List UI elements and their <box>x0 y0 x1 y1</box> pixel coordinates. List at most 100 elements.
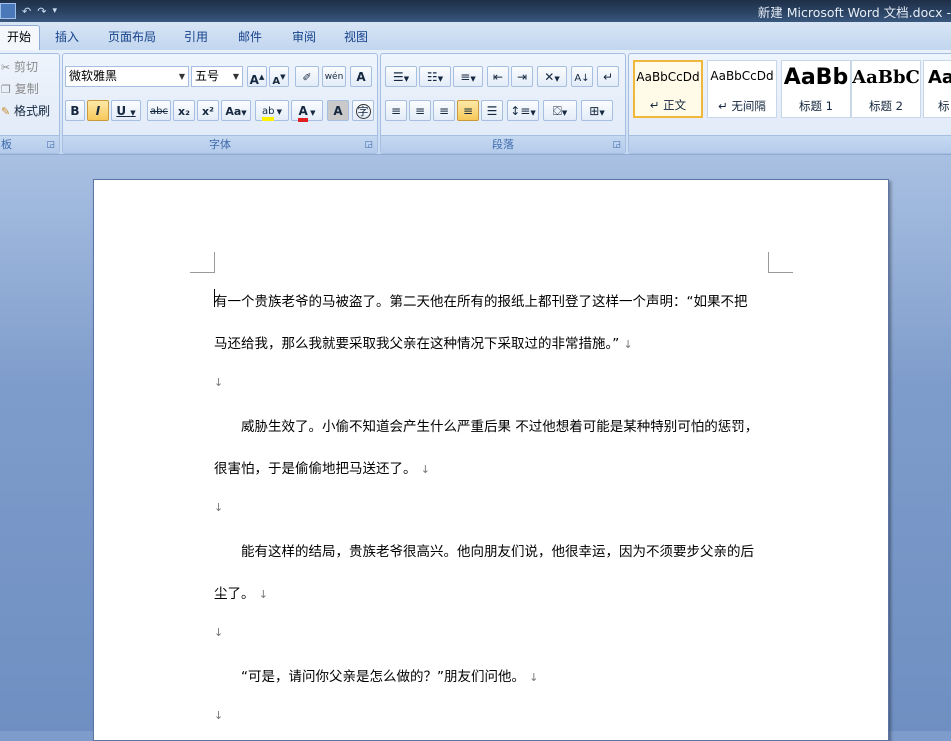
character-shading-button[interactable]: A <box>327 100 349 121</box>
underline-button[interactable]: U ▼ <box>111 100 141 121</box>
text-line[interactable]: ↓ <box>214 707 223 723</box>
text-line[interactable]: 尘了。 ↓ <box>214 582 268 602</box>
align-left-button[interactable]: ≡ <box>385 100 407 121</box>
font-name-combo[interactable]: 微软雅黑 ▼ <box>65 66 189 87</box>
increase-indent-button[interactable]: ⇥ <box>511 66 533 87</box>
dialog-launcher-icon[interactable]: ◲ <box>612 140 621 150</box>
numbered-list-icon: ☷ <box>426 70 438 84</box>
paragraph-group: ☰▼ ☷▼ ≡▼ ⇤ ⇥ ✕▼ A↓ ↵ ≡ ≡ ≡ ≡ ☰ ↕≡▼ ⛋▼ ⊞▼… <box>380 53 626 154</box>
enclose-character-button[interactable]: 字 <box>352 100 374 121</box>
redo-icon[interactable]: ↷ <box>37 5 46 18</box>
style-title[interactable]: Aa 标 <box>923 60 951 118</box>
sort-icon: A↓ <box>574 73 590 84</box>
character-border-button[interactable]: A <box>350 66 372 87</box>
text-line[interactable]: 很害怕，于是偷偷地把马送还了。 ↓ <box>214 457 430 477</box>
paragraph-mark: ↓ <box>420 463 431 476</box>
copy-icon: ❐ <box>1 83 11 96</box>
tab-page-layout[interactable]: 页面布局 <box>100 26 164 48</box>
change-case-button[interactable]: Aa▼ <box>221 100 251 121</box>
italic-button[interactable]: I <box>87 100 109 121</box>
save-icon[interactable] <box>0 3 16 19</box>
undo-icon[interactable]: ↶ <box>22 5 31 18</box>
text-line[interactable]: 马还给我，那么我就要采取我父亲在这种情况下采取过的非常措施。” ↓ <box>214 332 633 352</box>
tab-review[interactable]: 审阅 <box>284 26 324 48</box>
ribbon: ✂ 剪切 ❐ 复制 ✎ 格式刷 板 ◲ 微软雅黑 ▼ 五号 ▼ A▲ A▼ ✐ … <box>0 50 951 155</box>
borders-button[interactable]: ⊞▼ <box>581 100 613 121</box>
paragraph-mark: ↓ <box>214 501 224 514</box>
outdent-icon: ⇤ <box>492 70 504 84</box>
indent-icon: ⇥ <box>516 70 528 84</box>
window-title: 新建 Microsoft Word 文档.docx - <box>757 5 951 20</box>
dialog-launcher-icon[interactable]: ◲ <box>46 140 55 150</box>
paragraph-group-label: 段落 <box>381 135 625 153</box>
styles-group-label <box>629 135 951 153</box>
show-marks-button[interactable]: ↵ <box>597 66 619 87</box>
style-heading-2[interactable]: AaBbC 标题 2 <box>851 60 921 118</box>
tab-view[interactable]: 视图 <box>336 26 376 48</box>
bold-button[interactable]: B <box>65 100 85 121</box>
style-heading-1[interactable]: AaBb 标题 1 <box>781 60 851 118</box>
crop-mark-right <box>768 252 793 273</box>
style-no-spacing[interactable]: AaBbCcDd ↵ 无间隔 <box>707 60 777 118</box>
clipboard-group: ✂ 剪切 ❐ 复制 ✎ 格式刷 板 ◲ <box>0 53 60 154</box>
copy-button[interactable]: ❐ 复制 <box>1 78 59 100</box>
text-line[interactable]: ↓ <box>214 624 223 640</box>
sort-button[interactable]: A↓ <box>571 66 593 87</box>
chinese-layout-button[interactable]: ✕▼ <box>537 66 567 87</box>
text-line[interactable]: ↓ <box>214 499 223 515</box>
font-group: 微软雅黑 ▼ 五号 ▼ A▲ A▼ ✐ wén A B I U ▼ abc x₂… <box>62 53 378 154</box>
chevron-down-icon[interactable]: ▼ <box>179 67 185 86</box>
pilcrow-icon: ↵ <box>602 70 614 84</box>
paragraph-mark: ↓ <box>529 671 539 684</box>
grow-font-button[interactable]: A▲ <box>247 66 267 87</box>
justify-button[interactable]: ≡ <box>457 100 479 121</box>
style-normal[interactable]: AaBbCcDd ↵ 正文 <box>633 60 703 118</box>
text-line[interactable]: 有一个贵族老爷的马被盗了。第二天他在所有的报纸上都刊登了这样一个声明：“如果不把 <box>214 290 748 310</box>
font-size-combo[interactable]: 五号 ▼ <box>191 66 243 87</box>
strikethrough-button[interactable]: abc <box>147 100 171 121</box>
align-center-button[interactable]: ≡ <box>409 100 431 121</box>
decrease-indent-button[interactable]: ⇤ <box>487 66 509 87</box>
cut-button[interactable]: ✂ 剪切 <box>1 56 59 78</box>
paintbrush-icon: ✎ <box>1 105 11 118</box>
styles-group: AaBbCcDd ↵ 正文 AaBbCcDd ↵ 无间隔 AaBb 标题 1 A… <box>628 53 951 154</box>
eraser-icon: ✐ <box>302 71 312 84</box>
tab-references[interactable]: 引用 <box>176 26 216 48</box>
scissors-icon: ✂ <box>1 61 11 74</box>
document-workspace[interactable]: 有一个贵族老爷的马被盗了。第二天他在所有的报纸上都刊登了这样一个声明：“如果不把… <box>0 155 951 741</box>
clear-formatting-button[interactable]: ✐ <box>295 66 319 87</box>
multilevel-list-button[interactable]: ≡▼ <box>453 66 483 87</box>
align-left-icon: ≡ <box>390 104 402 118</box>
chevron-down-icon: ▼ <box>130 109 136 117</box>
subscript-button[interactable]: x₂ <box>173 100 195 121</box>
text-line[interactable]: ↓ <box>214 374 223 390</box>
title-bar: ↶ ↷ ▾ 新建 Microsoft Word 文档.docx - <box>0 0 951 22</box>
document-page[interactable]: 有一个贵族老爷的马被盗了。第二天他在所有的报纸上都刊登了这样一个声明：“如果不把… <box>93 179 889 741</box>
font-color-button[interactable]: A ▼ <box>291 100 323 122</box>
tab-mailings[interactable]: 邮件 <box>230 26 270 48</box>
chevron-down-icon[interactable]: ▼ <box>233 67 239 86</box>
superscript-button[interactable]: x² <box>197 100 219 121</box>
paragraph-mark: ↓ <box>258 588 269 601</box>
bullets-button[interactable]: ☰▼ <box>385 66 417 87</box>
distributed-button[interactable]: ☰ <box>481 100 503 121</box>
align-right-icon: ≡ <box>438 104 450 118</box>
align-right-button[interactable]: ≡ <box>433 100 455 121</box>
text-line[interactable]: 威胁生效了。小偷不知道会产生什么严重后果 不过他想着可能是某种特别可怕的惩罚， <box>214 415 758 435</box>
paint-bucket-icon: ⛋ <box>552 104 562 118</box>
align-center-icon: ≡ <box>414 104 426 118</box>
shading-button[interactable]: ⛋▼ <box>543 100 577 121</box>
tab-insert[interactable]: 插入 <box>48 26 86 48</box>
text-line[interactable]: “可是，请问你父亲是怎么做的？”朋友们问他。 ↓ <box>214 665 539 685</box>
dialog-launcher-icon[interactable]: ◲ <box>364 140 373 150</box>
format-painter-button[interactable]: ✎ 格式刷 <box>1 100 59 122</box>
phonetic-guide-button[interactable]: wén <box>322 66 346 87</box>
crop-mark-left <box>190 252 215 273</box>
shrink-font-button[interactable]: A▼ <box>269 66 289 87</box>
highlight-button[interactable]: ab ▼ <box>255 100 289 121</box>
tab-home[interactable]: 开始 <box>0 25 40 51</box>
line-spacing-button[interactable]: ↕≡▼ <box>507 100 539 121</box>
text-line[interactable]: 能有这样的结局，贵族老爷很高兴。他向朋友们说，他很幸运，因为不须要步父亲的后 <box>214 540 754 560</box>
customize-toolbar-icon[interactable]: ▾ <box>52 6 57 16</box>
numbering-button[interactable]: ☷▼ <box>419 66 451 87</box>
